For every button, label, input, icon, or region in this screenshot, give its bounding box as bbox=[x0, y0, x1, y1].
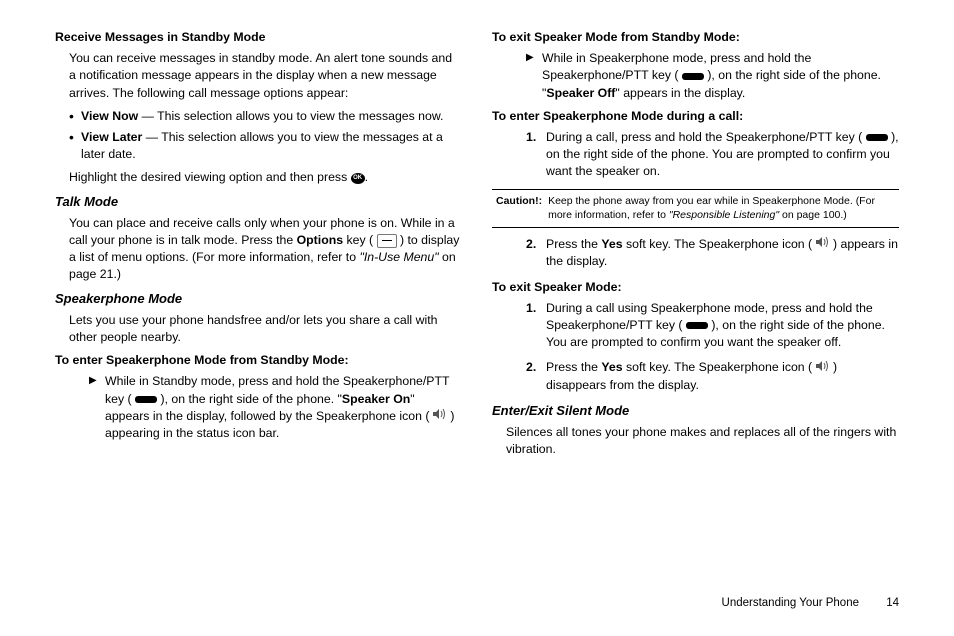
ptt-key-icon bbox=[686, 322, 708, 329]
paragraph: Lets you use your phone handsfree and/or… bbox=[69, 312, 462, 346]
footer-section: Understanding Your Phone bbox=[722, 597, 859, 609]
heading-exit-speaker: To exit Speaker Mode: bbox=[492, 279, 899, 296]
speaker-icon bbox=[816, 236, 830, 253]
text: key ( bbox=[343, 233, 376, 247]
list-item: View Later — This selection allows you t… bbox=[69, 129, 462, 163]
text-italic: "In-Use Menu" bbox=[359, 250, 438, 264]
heading-silent-mode: Enter/Exit Silent Mode bbox=[492, 402, 899, 420]
numbered-list: During a call using Speakerphone mode, p… bbox=[526, 300, 899, 394]
page-footer: Understanding Your Phone 14 bbox=[0, 595, 954, 609]
ok-icon: OK bbox=[351, 173, 365, 184]
text-bold: Options bbox=[297, 233, 343, 247]
text: Press the bbox=[546, 237, 601, 251]
heading-talk-mode: Talk Mode bbox=[55, 193, 462, 211]
action-list: While in Standby mode, press and hold th… bbox=[89, 373, 462, 442]
text-bold: Yes bbox=[601, 360, 622, 374]
list-item: During a call, press and hold the Speake… bbox=[526, 129, 899, 181]
text-bold: View Now bbox=[81, 109, 138, 123]
heading-receive-messages: Receive Messages in Standby Mode bbox=[55, 29, 462, 46]
heading-enter-speakerphone-standby: To enter Speakerphone Mode from Standby … bbox=[55, 352, 462, 369]
list-item: Press the Yes soft key. The Speakerphone… bbox=[526, 236, 899, 271]
text: soft key. The Speakerphone icon ( bbox=[623, 360, 816, 374]
ptt-key-icon bbox=[682, 73, 704, 80]
heading-enter-speakerphone-call: To enter Speakerphone Mode during a call… bbox=[492, 108, 899, 125]
text: " appears in the display. bbox=[615, 86, 745, 100]
heading-exit-speaker-standby: To exit Speaker Mode from Standby Mode: bbox=[492, 29, 899, 46]
numbered-list: Press the Yes soft key. The Speakerphone… bbox=[526, 236, 899, 271]
text: ), on the right side of the phone. " bbox=[157, 392, 342, 406]
text: Highlight the desired viewing option and… bbox=[69, 170, 351, 184]
list-item: While in Standby mode, press and hold th… bbox=[89, 373, 462, 442]
soft-key-icon bbox=[377, 234, 397, 248]
caution-box: Caution!: Keep the phone away from you e… bbox=[492, 189, 899, 228]
list-item: During a call using Speakerphone mode, p… bbox=[526, 300, 899, 352]
text: soft key. The Speakerphone icon ( bbox=[623, 237, 816, 251]
right-column: To exit Speaker Mode from Standby Mode: … bbox=[492, 25, 899, 585]
list-item: While in Speakerphone mode, press and ho… bbox=[526, 50, 899, 102]
text: on page 100.) bbox=[779, 209, 847, 221]
ptt-key-icon bbox=[135, 396, 157, 403]
text: During a call, press and hold the Speake… bbox=[546, 130, 866, 144]
list-item: Press the Yes soft key. The Speakerphone… bbox=[526, 359, 899, 394]
ptt-key-icon bbox=[866, 134, 888, 141]
caution-label: Caution!: bbox=[496, 194, 542, 223]
paragraph: You can receive messages in standby mode… bbox=[69, 50, 462, 102]
speaker-icon bbox=[433, 408, 447, 425]
caution-text: Keep the phone away from you ear while i… bbox=[548, 194, 895, 223]
action-list: While in Speakerphone mode, press and ho… bbox=[526, 50, 899, 102]
paragraph: You can place and receive calls only whe… bbox=[69, 215, 462, 284]
numbered-list: During a call, press and hold the Speake… bbox=[526, 129, 899, 181]
text-bold: Yes bbox=[601, 237, 622, 251]
text: Press the bbox=[546, 360, 601, 374]
page-content: Receive Messages in Standby Mode You can… bbox=[0, 0, 954, 595]
paragraph: Silences all tones your phone makes and … bbox=[506, 424, 899, 458]
bullet-list: View Now — This selection allows you to … bbox=[69, 108, 462, 164]
text: — This selection allows you to view the … bbox=[138, 109, 443, 123]
heading-speakerphone-mode: Speakerphone Mode bbox=[55, 290, 462, 308]
text-italic: "Responsible Listening" bbox=[669, 209, 779, 221]
text-bold: Speaker On bbox=[342, 392, 410, 406]
paragraph: Highlight the desired viewing option and… bbox=[69, 169, 462, 186]
speaker-icon bbox=[816, 360, 830, 377]
page-number: 14 bbox=[886, 597, 899, 609]
text-bold: View Later bbox=[81, 130, 142, 144]
list-item: View Now — This selection allows you to … bbox=[69, 108, 462, 125]
left-column: Receive Messages in Standby Mode You can… bbox=[55, 25, 462, 585]
text: . bbox=[365, 170, 368, 184]
text-bold: Speaker Off bbox=[546, 86, 615, 100]
